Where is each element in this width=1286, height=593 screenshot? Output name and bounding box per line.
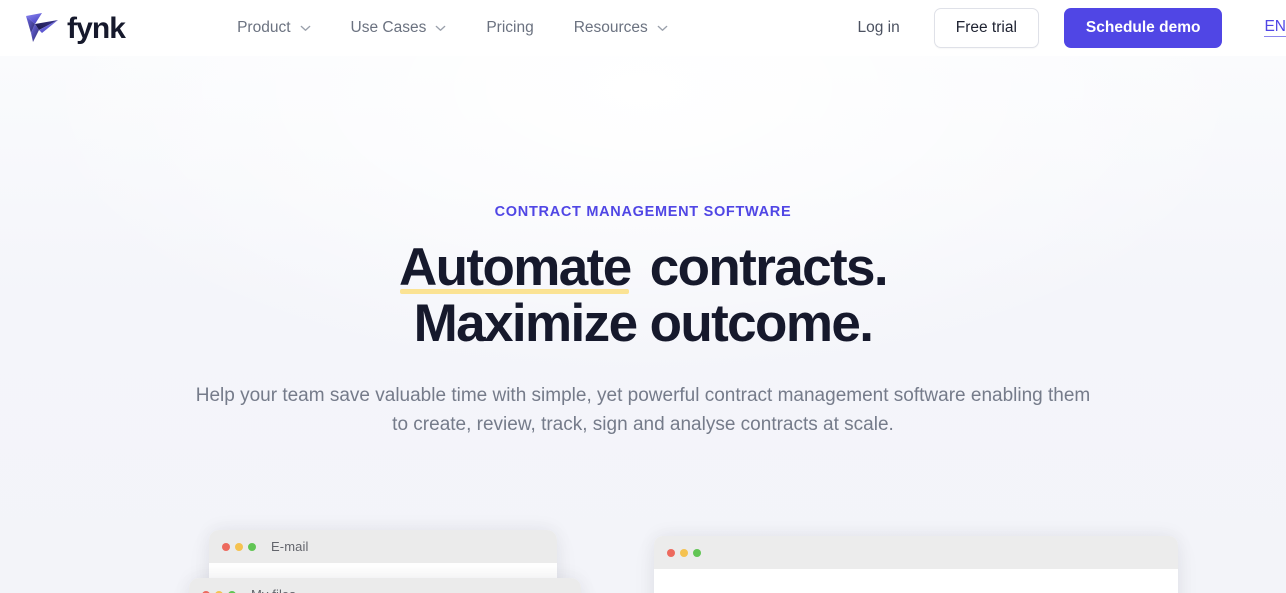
schedule-demo-button[interactable]: Schedule demo — [1063, 8, 1223, 48]
header-actions: Log in Free trial Schedule demo EN — [842, 8, 1286, 48]
traffic-lights — [667, 548, 701, 557]
chevron-down-icon — [657, 25, 668, 32]
window-titlebar — [654, 536, 1178, 569]
hero-subheadline-line-1: Help your team save valuable time with s… — [195, 385, 966, 407]
free-trial-button[interactable]: Free trial — [933, 8, 1039, 48]
nav-item-resources[interactable]: Resources — [554, 11, 688, 45]
headline-line-1-rest: contracts. — [649, 238, 889, 297]
window-card-browser[interactable] — [654, 536, 1178, 593]
minimize-dot-icon[interactable] — [235, 542, 243, 551]
brand-logo-link[interactable]: fynk — [22, 11, 126, 45]
maximize-dot-icon[interactable] — [248, 542, 256, 551]
hero-window-mockups: E-mail My files CR — [0, 521, 1286, 593]
window-title: E-mail — [271, 539, 309, 554]
window-titlebar: E-mail — [209, 530, 557, 563]
main-navigation: Product Use Cases Pricing Resources — [217, 11, 688, 45]
nav-item-label: Use Cases — [350, 19, 427, 36]
nav-item-label: Pricing — [486, 19, 534, 36]
origami-bird-logo-icon — [22, 11, 60, 45]
hero-headline: Automate contracts. Maximize outcome. — [0, 238, 1286, 354]
close-dot-icon[interactable] — [222, 542, 230, 551]
nav-item-label: Product — [237, 19, 291, 36]
nav-item-pricing[interactable]: Pricing — [466, 11, 553, 45]
login-link[interactable]: Log in — [842, 11, 916, 45]
window-titlebar: My files — [189, 578, 581, 593]
chevron-down-icon — [435, 25, 446, 32]
language-switcher[interactable]: EN — [1264, 19, 1286, 38]
window-card-my-files[interactable]: My files — [189, 578, 581, 593]
headline-line-2: Maximize outcome. — [413, 294, 874, 354]
headline-line-1: Automate contracts. — [0, 238, 1286, 297]
nav-item-use-cases[interactable]: Use Cases — [331, 11, 467, 45]
headline-highlight-word: Automate — [399, 239, 637, 296]
hero-section: CONTRACT MANAGEMENT SOFTWARE Automate co… — [0, 56, 1286, 593]
hero-subheadline: Help your team save valuable time with s… — [191, 382, 1096, 440]
nav-item-label: Resources — [573, 19, 648, 36]
nav-item-product[interactable]: Product — [217, 11, 330, 45]
close-dot-icon[interactable] — [667, 548, 675, 557]
maximize-dot-icon[interactable] — [693, 548, 701, 557]
window-body — [654, 569, 1178, 593]
hero-eyebrow: CONTRACT MANAGEMENT SOFTWARE — [494, 204, 792, 220]
window-title: My files — [251, 587, 296, 593]
traffic-lights — [222, 542, 256, 551]
site-header: fynk Product Use Cases Pricing Resources… — [0, 0, 1286, 56]
minimize-dot-icon[interactable] — [680, 548, 688, 557]
chevron-down-icon — [300, 25, 311, 32]
brand-name: fynk — [67, 12, 126, 45]
